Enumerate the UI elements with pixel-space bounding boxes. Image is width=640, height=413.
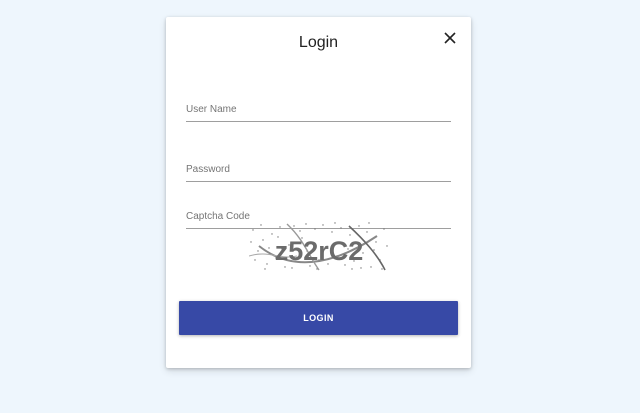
username-field-container (186, 99, 451, 122)
close-button[interactable] (443, 31, 457, 45)
dialog-title: Login (298, 34, 339, 51)
captcha-text: z52rC2 (275, 236, 364, 266)
login-button[interactable]: LOGIN (179, 301, 458, 335)
page: Login User Name Captcha Code z52rC2 LOGI… (0, 0, 640, 413)
login-dialog: Login User Name Captcha Code z52rC2 LOGI… (166, 17, 471, 368)
password-input[interactable] (186, 159, 451, 179)
close-icon (444, 32, 456, 44)
password-field-container (186, 159, 451, 182)
captcha-image: z52rC2 (249, 222, 388, 271)
username-input[interactable] (186, 99, 451, 119)
